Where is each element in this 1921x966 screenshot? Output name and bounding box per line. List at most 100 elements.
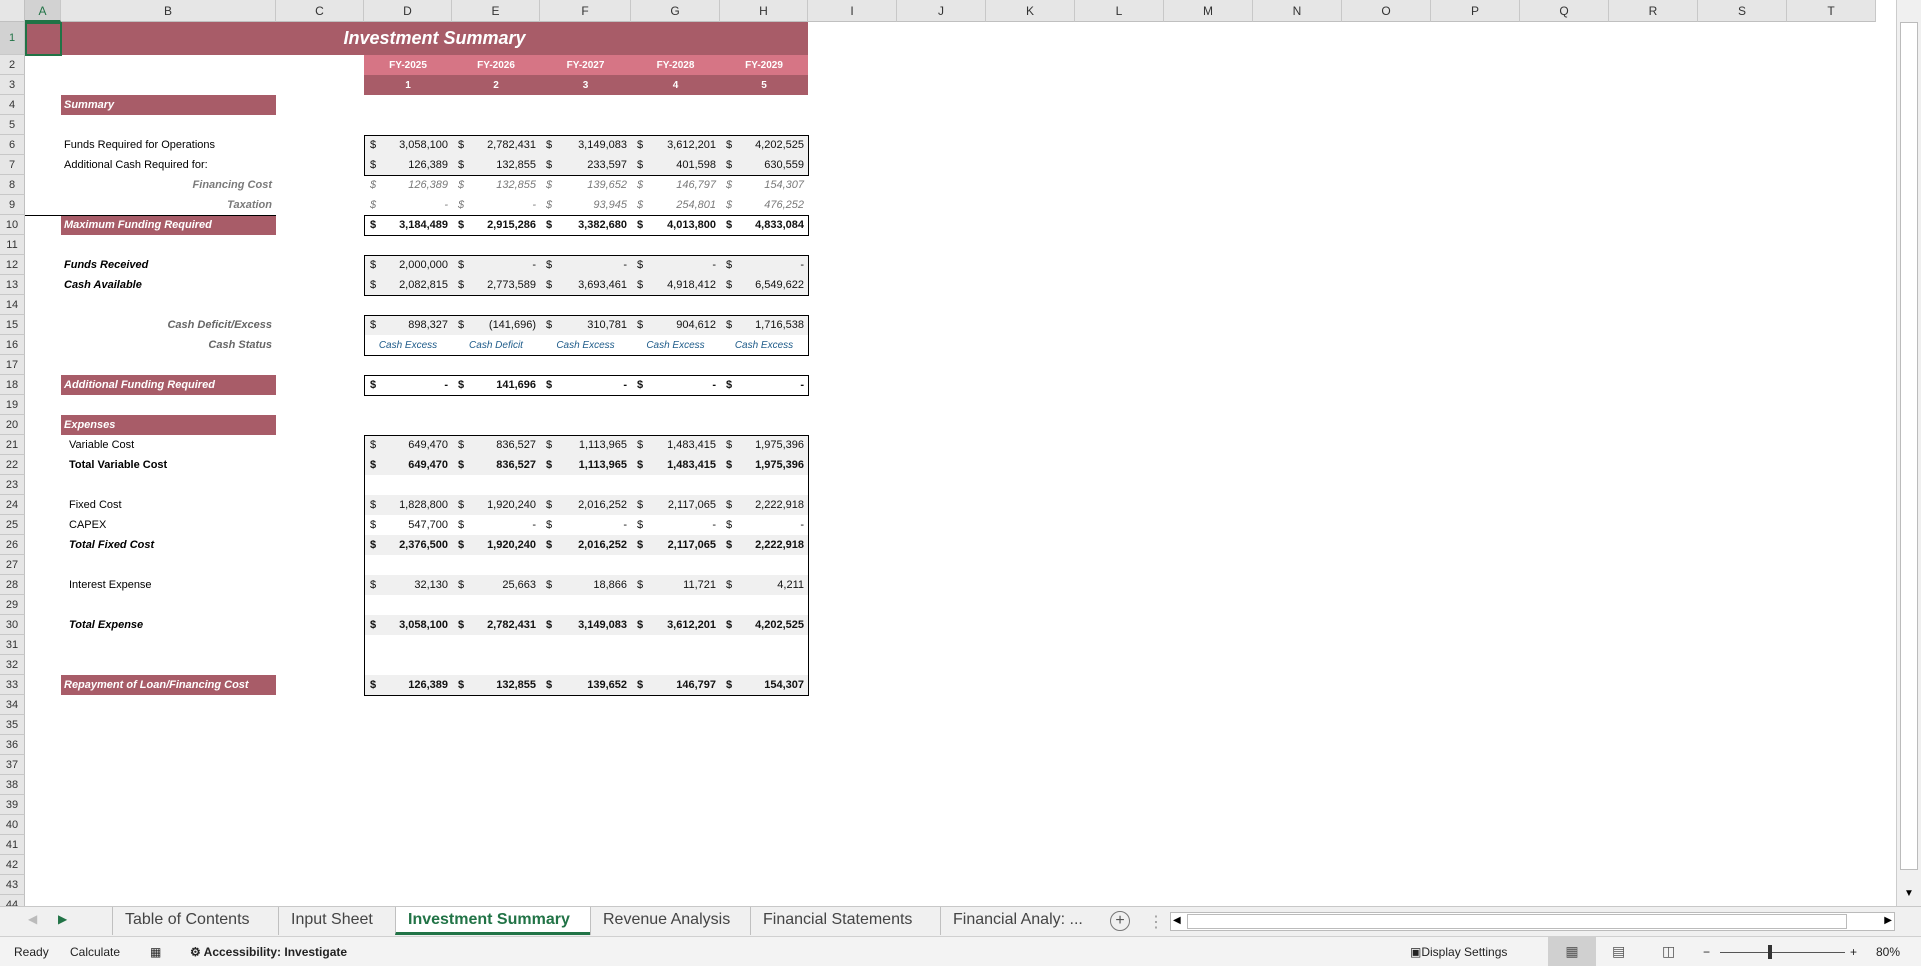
row-header-4[interactable]: 4 xyxy=(0,95,25,115)
tab-split-handle[interactable]: ⋮ xyxy=(1148,912,1164,932)
column-header-R[interactable]: R xyxy=(1609,0,1698,22)
row-header-33[interactable]: 33 xyxy=(0,675,25,695)
amount: 18,866 xyxy=(593,579,627,591)
column-header-B[interactable]: B xyxy=(61,0,276,22)
new-sheet-button[interactable]: + xyxy=(1110,911,1130,931)
spreadsheet-grid[interactable]: ABCDEFGHIJKLMNOPQRST12345678910111213141… xyxy=(0,0,1896,906)
row-header-16[interactable]: 16 xyxy=(0,335,25,355)
row-header-18[interactable]: 18 xyxy=(0,375,25,395)
row-header-10[interactable]: 10 xyxy=(0,215,25,235)
column-header-C[interactable]: C xyxy=(276,0,364,22)
column-header-H[interactable]: H xyxy=(720,0,808,22)
column-header-O[interactable]: O xyxy=(1342,0,1431,22)
row-header-30[interactable]: 30 xyxy=(0,615,25,635)
scroll-down-icon[interactable]: ▼ xyxy=(1904,888,1914,899)
sheet-tab-revenue-analysis[interactable]: Revenue Analysis xyxy=(590,907,750,935)
sheet-tab-table-of-contents[interactable]: Table of Contents xyxy=(112,907,278,935)
column-header-I[interactable]: I xyxy=(808,0,897,22)
row-header-31[interactable]: 31 xyxy=(0,635,25,655)
normal-view-button[interactable]: ▦ xyxy=(1548,937,1596,966)
column-header-T[interactable]: T xyxy=(1787,0,1876,22)
currency-symbol: $ xyxy=(637,159,643,171)
row-header-26[interactable]: 26 xyxy=(0,535,25,555)
row-header-38[interactable]: 38 xyxy=(0,775,25,795)
vertical-scroll-thumb[interactable] xyxy=(1900,22,1918,870)
column-header-S[interactable]: S xyxy=(1698,0,1787,22)
column-header-L[interactable]: L xyxy=(1075,0,1164,22)
row-header-42[interactable]: 42 xyxy=(0,855,25,875)
display-settings-button[interactable]: ▣Display Settings xyxy=(1410,945,1507,959)
column-header-A[interactable]: A xyxy=(25,0,61,22)
row-header-9[interactable]: 9 xyxy=(0,195,25,215)
scroll-tabs-left-icon[interactable]: ◀ xyxy=(28,912,37,926)
vertical-scrollbar[interactable]: ▼ xyxy=(1896,0,1921,906)
sheet-tab-input-sheet[interactable]: Input Sheet xyxy=(278,907,395,935)
page-break-view-button[interactable]: ◫ xyxy=(1662,943,1675,960)
row-header-32[interactable]: 32 xyxy=(0,655,25,675)
column-header-K[interactable]: K xyxy=(986,0,1075,22)
accessibility-button[interactable]: ⚙ Accessibility: Investigate xyxy=(190,945,347,959)
row-header-14[interactable]: 14 xyxy=(0,295,25,315)
column-header-P[interactable]: P xyxy=(1431,0,1520,22)
row-header-27[interactable]: 27 xyxy=(0,555,25,575)
zoom-level[interactable]: 80% xyxy=(1876,945,1900,959)
row-header-12[interactable]: 12 xyxy=(0,255,25,275)
row-header-28[interactable]: 28 xyxy=(0,575,25,595)
zoom-slider-thumb[interactable] xyxy=(1768,945,1772,959)
row-header-8[interactable]: 8 xyxy=(0,175,25,195)
column-header-N[interactable]: N xyxy=(1253,0,1342,22)
sheet-tab-financial-statements[interactable]: Financial Statements xyxy=(750,907,940,935)
column-header-M[interactable]: M xyxy=(1164,0,1253,22)
scroll-right-icon[interactable]: ▶ xyxy=(1884,915,1892,926)
row-header-21[interactable]: 21 xyxy=(0,435,25,455)
sheet-tab-financial-analy-[interactable]: Financial Analy: ... xyxy=(940,907,1100,935)
scroll-left-icon[interactable]: ◀ xyxy=(1173,915,1181,926)
row-header-39[interactable]: 39 xyxy=(0,795,25,815)
row-header-41[interactable]: 41 xyxy=(0,835,25,855)
page-layout-view-button[interactable]: ▤ xyxy=(1612,943,1625,960)
column-header-E[interactable]: E xyxy=(452,0,540,22)
row-header-29[interactable]: 29 xyxy=(0,595,25,615)
horizontal-scroll-thumb[interactable] xyxy=(1187,914,1847,929)
column-header-G[interactable]: G xyxy=(631,0,720,22)
row-header-23[interactable]: 23 xyxy=(0,475,25,495)
row-header-13[interactable]: 13 xyxy=(0,275,25,295)
value-cell: $3,382,680 xyxy=(540,215,631,235)
row-header-6[interactable]: 6 xyxy=(0,135,25,155)
row-header-11[interactable]: 11 xyxy=(0,235,25,255)
column-header-D[interactable]: D xyxy=(364,0,452,22)
row-header-5[interactable]: 5 xyxy=(0,115,25,135)
column-header-Q[interactable]: Q xyxy=(1520,0,1609,22)
row-header-7[interactable]: 7 xyxy=(0,155,25,175)
column-header-F[interactable]: F xyxy=(540,0,631,22)
scroll-tabs-right-icon[interactable]: ▶ xyxy=(58,912,67,926)
zoom-out-button[interactable]: − xyxy=(1703,945,1710,959)
row-header-37[interactable]: 37 xyxy=(0,755,25,775)
row-header-15[interactable]: 15 xyxy=(0,315,25,335)
row-header-24[interactable]: 24 xyxy=(0,495,25,515)
row-header-25[interactable]: 25 xyxy=(0,515,25,535)
row-header-22[interactable]: 22 xyxy=(0,455,25,475)
macro-record-icon[interactable]: ▦ xyxy=(150,945,161,959)
row-header-1[interactable]: 1 xyxy=(0,22,25,55)
row-header-34[interactable]: 34 xyxy=(0,695,25,715)
row-header-40[interactable]: 40 xyxy=(0,815,25,835)
zoom-in-button[interactable]: + xyxy=(1850,945,1857,959)
calculate-button[interactable]: Calculate xyxy=(70,945,120,959)
sheet-tab-investment-summary[interactable]: Investment Summary xyxy=(395,907,590,935)
row-header-19[interactable]: 19 xyxy=(0,395,25,415)
value-cell: $3,058,100 xyxy=(364,135,452,155)
zoom-slider[interactable] xyxy=(1720,952,1845,953)
row-header-35[interactable]: 35 xyxy=(0,715,25,735)
row-header-20[interactable]: 20 xyxy=(0,415,25,435)
column-header-J[interactable]: J xyxy=(897,0,986,22)
currency-symbol: $ xyxy=(546,259,552,271)
row-header-3[interactable]: 3 xyxy=(0,75,25,95)
row-header-17[interactable]: 17 xyxy=(0,355,25,375)
horizontal-scrollbar[interactable]: ◀ ▶ xyxy=(1170,912,1895,931)
select-all-corner[interactable] xyxy=(0,0,25,22)
row-header-43[interactable]: 43 xyxy=(0,875,25,895)
row-header-2[interactable]: 2 xyxy=(0,55,25,75)
row-header-36[interactable]: 36 xyxy=(0,735,25,755)
row-header-44[interactable]: 44 xyxy=(0,895,25,906)
